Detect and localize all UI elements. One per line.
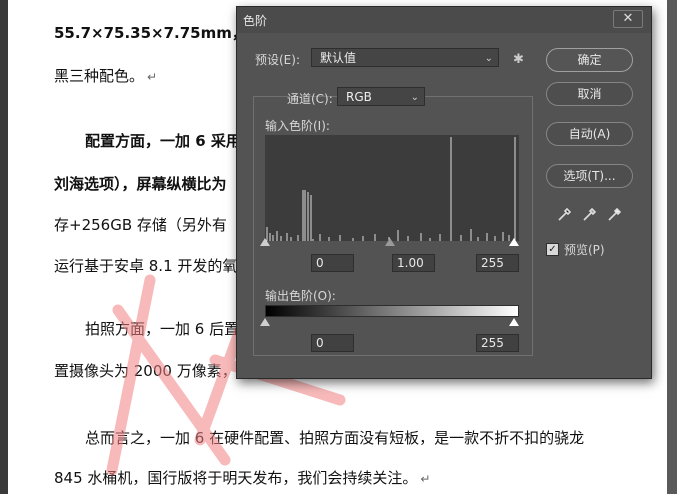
histogram: [265, 135, 519, 241]
input-gamma-slider[interactable]: [385, 238, 395, 246]
preview-checkbox[interactable]: ✓: [546, 243, 559, 256]
paragraph-mark: ↵: [147, 70, 158, 84]
input-white-slider[interactable]: [509, 238, 519, 246]
paragraph-mark: ↵: [420, 472, 431, 486]
doc-line-6: 运行基于安卓 8.1 开发的氧: [54, 257, 238, 275]
ok-button[interactable]: 确定: [546, 48, 633, 72]
input-black-field[interactable]: 0: [311, 254, 354, 272]
histogram-bars: [266, 137, 516, 241]
input-gamma-field[interactable]: 1.00: [392, 254, 435, 272]
preview-label: 预览(P): [564, 243, 605, 257]
doc-line-10: 845 水桶机，国行版将于明天发布，我们会持续关注。 ↵: [54, 469, 431, 487]
doc-line-2: 黑三种配色。 ↵: [54, 67, 158, 85]
channel-label: 通道(C):: [287, 92, 333, 106]
channel-value: RGB: [346, 90, 372, 104]
chevron-down-icon: ⌄: [410, 92, 419, 103]
doc-line-5: 存+256GB 存储（另外有: [54, 216, 227, 234]
preset-value: 默认值: [320, 51, 357, 65]
preset-label: 预设(E):: [255, 53, 300, 67]
input-white-field[interactable]: 255: [476, 254, 519, 272]
dialog-title: 色阶: [243, 14, 268, 28]
output-levels-label: 输出色阶(O):: [265, 289, 336, 303]
doc-line-9: 总而言之，一加 6 在硬件配置、拍照方面没有短板，是一款不折不扣的骁龙: [85, 429, 585, 447]
document-right-edge: [667, 0, 677, 494]
levels-dialog: 色阶 ✕ 预设(E): 默认值 ⌄ ✱ 通道(C): RGB ⌄ 输入色阶(I)…: [236, 6, 652, 379]
input-levels-label: 输入色阶(I):: [265, 119, 330, 133]
input-black-slider[interactable]: [260, 238, 270, 246]
output-gradient: [265, 305, 519, 317]
checkmark-icon: ✓: [548, 244, 557, 255]
chevron-down-icon: ⌄: [484, 53, 493, 64]
output-white-field[interactable]: 255: [476, 334, 519, 352]
doc-line-7: 拍照方面，一加 6 后置: [85, 320, 240, 338]
doc-line-1: 55.7×75.35×7.75mm，: [54, 24, 247, 42]
auto-button[interactable]: 自动(A): [546, 122, 633, 146]
output-black-slider[interactable]: [260, 318, 270, 326]
dialog-titlebar[interactable]: 色阶 ✕: [237, 7, 651, 33]
doc-line-8: 置摄像头为 2000 万像素，: [54, 362, 237, 380]
cancel-button[interactable]: 取消: [546, 82, 633, 106]
channel-select[interactable]: RGB ⌄: [337, 87, 425, 106]
eyedropper-white-icon[interactable]: [607, 206, 623, 222]
doc-line-4: 刘海选项），屏幕纵横比为: [54, 175, 227, 193]
doc-line-3: 配置方面，一加 6 采用: [85, 132, 241, 150]
document-left-edge: [0, 0, 8, 494]
close-button[interactable]: ✕: [613, 10, 643, 28]
close-icon: ✕: [622, 11, 634, 26]
eyedropper-gray-icon[interactable]: [582, 206, 598, 222]
preset-select[interactable]: 默认值 ⌄: [311, 48, 499, 67]
output-black-field[interactable]: 0: [311, 334, 354, 352]
eyedropper-black-icon[interactable]: [557, 206, 573, 222]
options-button[interactable]: 选项(T)...: [546, 164, 633, 188]
gear-icon[interactable]: ✱: [513, 52, 524, 67]
output-white-slider[interactable]: [509, 318, 519, 326]
